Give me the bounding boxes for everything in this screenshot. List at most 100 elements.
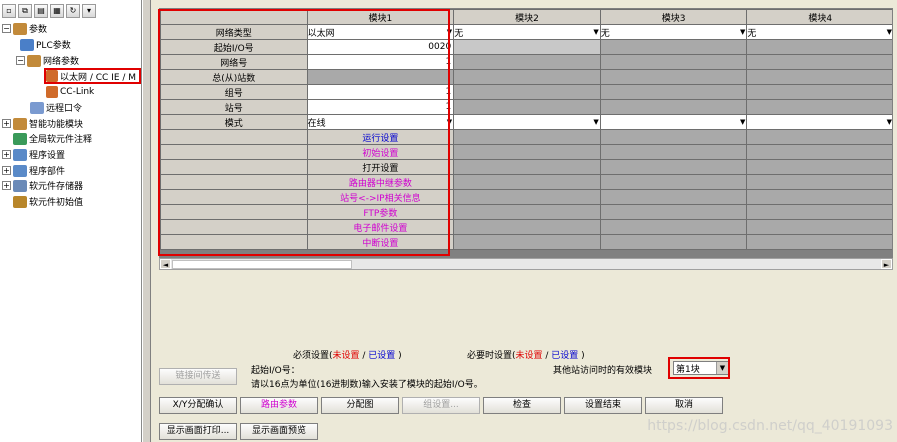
app-window: ▫ ⧉ ▤ ▦ ↻ ▾ − 参数 PLC参数 − 网络参数 以太网 / CC I…: [0, 0, 897, 442]
grid-cell: [746, 234, 892, 250]
column-header-module4: 模块4: [746, 9, 892, 25]
new-icon[interactable]: ▫: [2, 4, 16, 18]
tree-options-icon[interactable]: ▾: [82, 4, 96, 18]
program-parts-icon: [13, 164, 27, 177]
horizontal-scrollbar[interactable]: ◄ ►: [159, 258, 893, 270]
grid-cell: [599, 159, 748, 175]
tree-item-label: 全局软元件注释: [29, 135, 93, 145]
tree-item-device-init[interactable]: 软元件初始值: [13, 194, 83, 209]
setting-end-button[interactable]: 设置结束: [564, 397, 642, 414]
mode-select-module3[interactable]: ▼: [599, 114, 748, 130]
start-io-input-module2[interactable]: [453, 39, 601, 55]
grid-cell: [453, 219, 601, 235]
dropdown-arrow-icon[interactable]: ▼: [887, 118, 892, 126]
legend-unset: 未设置: [332, 351, 360, 361]
cancel-button[interactable]: 取消: [645, 397, 723, 414]
grid-cell: [599, 99, 748, 115]
scrollbar-thumb[interactable]: [172, 260, 352, 269]
network-type-select-module3[interactable]: 无 ▼: [599, 24, 748, 40]
grid-cell: [599, 189, 748, 205]
mode-select-module4[interactable]: ▼: [746, 114, 892, 130]
panel-splitter[interactable]: [142, 0, 151, 442]
project-tree-panel: ▫ ⧉ ▤ ▦ ↻ ▾ − 参数 PLC参数 − 网络参数 以太网 / CC I…: [0, 0, 142, 442]
legend-text: /: [542, 351, 552, 361]
device-init-icon: [13, 195, 27, 208]
expand-icon[interactable]: +: [2, 166, 11, 175]
grid-cell: [599, 54, 748, 70]
tree-item-device-memory[interactable]: + 软元件存储器: [2, 178, 83, 193]
network-type-select-module4[interactable]: 无 ▼: [746, 24, 892, 40]
scroll-left-icon[interactable]: ◄: [160, 259, 171, 269]
dropdown-arrow-icon[interactable]: ▼: [593, 118, 599, 126]
tree-item-intelligent-module[interactable]: + 智能功能模块: [2, 116, 83, 131]
properties-icon[interactable]: ▦: [50, 4, 64, 18]
mode-select-module2[interactable]: ▼: [453, 114, 601, 130]
collapse-icon[interactable]: −: [16, 56, 25, 65]
grid-cell: [599, 174, 748, 190]
hint-text: 请以16点为单位(16进制数)输入安装了模块的起始I/O号。: [251, 380, 483, 390]
copy-icon[interactable]: ⧉: [18, 4, 32, 18]
start-io-label: 起始I/O号：: [251, 366, 300, 376]
tree-item-global-comment[interactable]: 全局软元件注释: [13, 131, 92, 146]
tree-item-label: 远程口令: [46, 104, 83, 114]
grid-cell: [746, 99, 892, 115]
print-preview-button[interactable]: 显示画面预览: [240, 423, 318, 440]
tree-item-label: 网络参数: [43, 57, 80, 67]
tree-item-plc-parameter[interactable]: PLC参数: [20, 37, 71, 52]
network-type-select-module2[interactable]: 无 ▼: [453, 24, 601, 40]
expand-icon[interactable]: +: [2, 181, 11, 190]
select-value: 无: [747, 28, 757, 39]
tree-item-network-parameter[interactable]: − 网络参数: [16, 53, 79, 68]
grid-cell: [453, 84, 601, 100]
grid-cell: [746, 69, 892, 85]
column-header-module2: 模块2: [453, 9, 601, 25]
dropdown-arrow-icon[interactable]: ▼: [593, 28, 599, 36]
ethernet-icon: [46, 70, 58, 82]
column-header-module3: 模块3: [599, 9, 748, 25]
dropdown-arrow-icon[interactable]: ▼: [740, 28, 746, 36]
expand-icon[interactable]: +: [2, 150, 11, 159]
check-button[interactable]: 检查: [483, 397, 561, 414]
grid-cell: [453, 189, 601, 205]
grid-cell: [453, 204, 601, 220]
module-select-highlight-box: [668, 357, 730, 379]
tree-item-remote-password[interactable]: 远程口令: [30, 100, 82, 115]
group-setting-button[interactable]: 组设置...: [402, 397, 480, 414]
refresh-icon[interactable]: ↻: [66, 4, 80, 18]
tree-item-label: 软元件初始值: [29, 198, 84, 208]
grid-cell: [453, 129, 601, 145]
grid-cell: [746, 129, 892, 145]
legend-text: ): [578, 351, 585, 361]
network-folder-icon: [27, 54, 41, 67]
dropdown-arrow-icon[interactable]: ▼: [740, 118, 746, 126]
expand-icon[interactable]: +: [2, 119, 11, 128]
link-transfer-button[interactable]: 链接间传送: [159, 368, 237, 385]
print-window-button[interactable]: 显示画面打印...: [159, 423, 237, 440]
tree-item-program-setting[interactable]: + 程序设置: [2, 147, 65, 162]
tree-item-label: 智能功能模块: [29, 120, 84, 130]
xy-confirm-button[interactable]: X/Y分配确认: [159, 397, 237, 414]
required-legend: 必须设置(未设置 / 已设置 ): [293, 348, 402, 361]
watermark: https://blog.csdn.net/qq_40191093: [647, 418, 893, 434]
grid-cell: [746, 159, 892, 175]
tree-item-ethernet[interactable]: 以太网 / CC IE / M: [44, 68, 141, 84]
dropdown-arrow-icon[interactable]: ▼: [887, 28, 892, 36]
tree-item-cc-link[interactable]: CC-Link: [46, 84, 94, 99]
scroll-right-icon[interactable]: ►: [881, 259, 892, 269]
select-value: 无: [454, 28, 464, 39]
assignment-map-button[interactable]: 分配图: [321, 397, 399, 414]
grid-cell: [453, 174, 601, 190]
grid-cell: [453, 159, 601, 175]
paste-icon[interactable]: ▤: [34, 4, 48, 18]
collapse-icon[interactable]: −: [2, 24, 11, 33]
grid-cell: [746, 84, 892, 100]
grid-cell: [599, 219, 748, 235]
cc-link-icon: [46, 85, 58, 98]
tree-item-program-parts[interactable]: + 程序部件: [2, 163, 65, 178]
grid-cell: [746, 189, 892, 205]
grid-cell: [453, 144, 601, 160]
legend-set: 已设置: [551, 351, 579, 361]
tree-item-parameter[interactable]: − 参数: [2, 21, 47, 36]
grid-cell: [746, 204, 892, 220]
routing-parameter-button[interactable]: 路由参数: [240, 397, 318, 414]
